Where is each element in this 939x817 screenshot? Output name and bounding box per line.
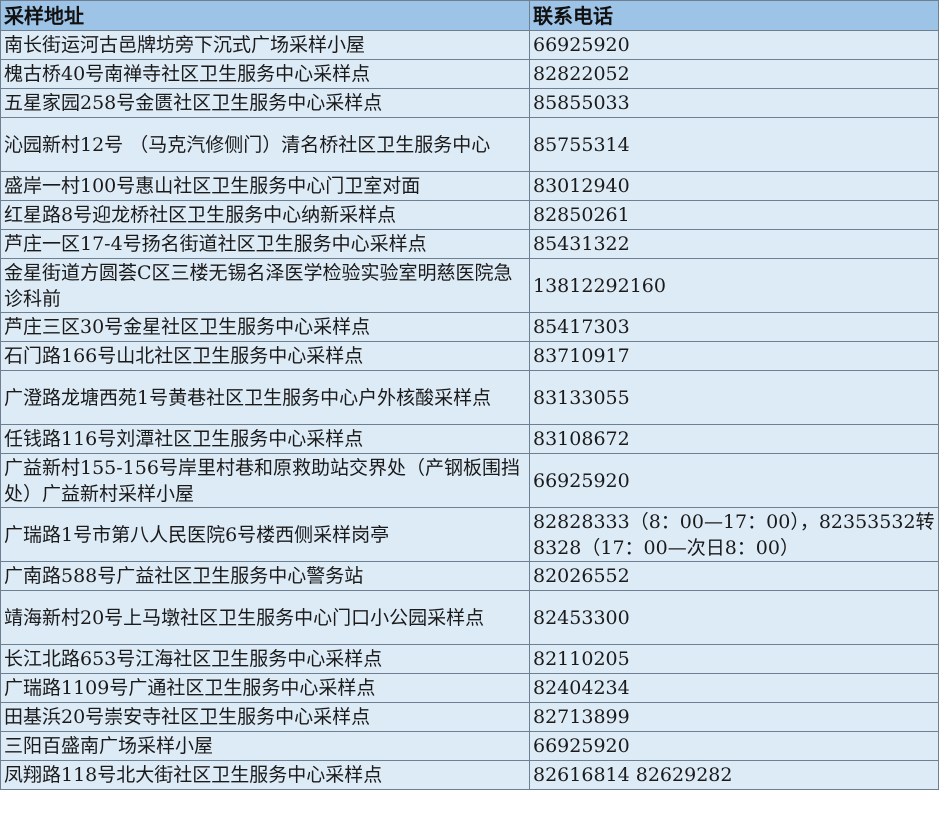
- cell-address: 芦庄三区30号金星社区卫生服务中心采样点: [0, 312, 530, 342]
- table-row: 石门路166号山北社区卫生服务中心采样点 83710917: [0, 341, 939, 371]
- table-row: 凤翔路118号北大街社区卫生服务中心采样点 82616814 82629282: [0, 760, 939, 790]
- cell-phone: 13812292160: [529, 258, 939, 313]
- cell-phone: 83108672: [529, 424, 939, 454]
- cell-address: 沁园新村12号 （马克汽修侧门）清名桥社区卫生服务中心: [0, 117, 530, 172]
- cell-address: 广南路588号广益社区卫生服务中心警务站: [0, 561, 530, 591]
- table-row: 广益新村155-156号岸里村巷和原救助站交界处（产钢板围挡处）广益新村采样小屋…: [0, 453, 939, 508]
- cell-address: 石门路166号山北社区卫生服务中心采样点: [0, 341, 530, 371]
- cell-phone: 82110205: [529, 644, 939, 674]
- cell-address: 田基浜20号崇安寺社区卫生服务中心采样点: [0, 702, 530, 732]
- cell-address: 任钱路116号刘潭社区卫生服务中心采样点: [0, 424, 530, 454]
- cell-address: 广瑞路1号市第八人民医院6号楼西侧采样岗亭: [0, 507, 530, 562]
- cell-address: 五星家园258号金匮社区卫生服务中心采样点: [0, 88, 530, 118]
- cell-phone: 83012940: [529, 171, 939, 201]
- table-row: 广瑞路1号市第八人民医院6号楼西侧采样岗亭 82828333（8：00—17：0…: [0, 507, 939, 562]
- cell-address: 盛岸一村100号惠山社区卫生服务中心门卫室对面: [0, 171, 530, 201]
- cell-address: 南长街运河古邑牌坊旁下沉式广场采样小屋: [0, 30, 530, 60]
- cell-phone: 82026552: [529, 561, 939, 591]
- cell-phone: 85417303: [529, 312, 939, 342]
- cell-phone: 83710917: [529, 341, 939, 371]
- cell-phone: 85855033: [529, 88, 939, 118]
- cell-phone: 85755314: [529, 117, 939, 172]
- table-row: 靖海新村20号上马墩社区卫生服务中心门口小公园采样点 82453300: [0, 590, 939, 645]
- table-row: 槐古桥40号南禅寺社区卫生服务中心采样点 82822052: [0, 59, 939, 89]
- table-row: 沁园新村12号 （马克汽修侧门）清名桥社区卫生服务中心 85755314: [0, 117, 939, 172]
- table-row: 广南路588号广益社区卫生服务中心警务站 82026552: [0, 561, 939, 591]
- table-row: 广澄路龙塘西苑1号黄巷社区卫生服务中心户外核酸采样点 83133055: [0, 370, 939, 425]
- table-row: 田基浜20号崇安寺社区卫生服务中心采样点 82713899: [0, 702, 939, 732]
- header-phone: 联系电话: [529, 0, 939, 31]
- cell-phone: 83133055: [529, 370, 939, 425]
- table-row: 芦庄一区17-4号扬名街道社区卫生服务中心采样点 85431322: [0, 229, 939, 259]
- cell-address: 芦庄一区17-4号扬名街道社区卫生服务中心采样点: [0, 229, 530, 259]
- table-row: 长江北路653号江海社区卫生服务中心采样点 82110205: [0, 644, 939, 674]
- cell-phone: 82828333（8：00—17：00），82353532转8328（17：00…: [529, 507, 939, 562]
- header-address: 采样地址: [0, 0, 530, 31]
- cell-address: 红星路8号迎龙桥社区卫生服务中心纳新采样点: [0, 200, 530, 230]
- table-row: 任钱路116号刘潭社区卫生服务中心采样点 83108672: [0, 424, 939, 454]
- table-row: 金星街道方圆荟C区三楼无锡名泽医学检验实验室明慈医院急诊科前 138122921…: [0, 258, 939, 313]
- cell-address: 金星街道方圆荟C区三楼无锡名泽医学检验实验室明慈医院急诊科前: [0, 258, 530, 313]
- cell-phone: 66925920: [529, 453, 939, 508]
- cell-phone: 82404234: [529, 673, 939, 703]
- cell-phone: 82850261: [529, 200, 939, 230]
- cell-address: 广瑞路1109号广通社区卫生服务中心采样点: [0, 673, 530, 703]
- cell-phone: 82453300: [529, 590, 939, 645]
- table-row: 三阳百盛南广场采样小屋 66925920: [0, 731, 939, 761]
- cell-address: 广澄路龙塘西苑1号黄巷社区卫生服务中心户外核酸采样点: [0, 370, 530, 425]
- cell-phone: 66925920: [529, 731, 939, 761]
- table-row: 红星路8号迎龙桥社区卫生服务中心纳新采样点 82850261: [0, 200, 939, 230]
- table-row: 芦庄三区30号金星社区卫生服务中心采样点 85417303: [0, 312, 939, 342]
- cell-address: 广益新村155-156号岸里村巷和原救助站交界处（产钢板围挡处）广益新村采样小屋: [0, 453, 530, 508]
- cell-address: 三阳百盛南广场采样小屋: [0, 731, 530, 761]
- cell-phone: 85431322: [529, 229, 939, 259]
- cell-address: 凤翔路118号北大街社区卫生服务中心采样点: [0, 760, 530, 790]
- table-row: 盛岸一村100号惠山社区卫生服务中心门卫室对面 83012940: [0, 171, 939, 201]
- cell-phone: 82616814 82629282: [529, 760, 939, 790]
- table-row: 南长街运河古邑牌坊旁下沉式广场采样小屋 66925920: [0, 30, 939, 60]
- table-row: 五星家园258号金匮社区卫生服务中心采样点 85855033: [0, 88, 939, 118]
- cell-address: 靖海新村20号上马墩社区卫生服务中心门口小公园采样点: [0, 590, 530, 645]
- table-row: 广瑞路1109号广通社区卫生服务中心采样点 82404234: [0, 673, 939, 703]
- cell-address: 长江北路653号江海社区卫生服务中心采样点: [0, 644, 530, 674]
- cell-phone: 82713899: [529, 702, 939, 732]
- sampling-sites-table: 采样地址 联系电话 南长街运河古邑牌坊旁下沉式广场采样小屋 66925920 槐…: [0, 0, 939, 790]
- header-row: 采样地址 联系电话: [0, 0, 939, 31]
- cell-phone: 82822052: [529, 59, 939, 89]
- cell-address: 槐古桥40号南禅寺社区卫生服务中心采样点: [0, 59, 530, 89]
- cell-phone: 66925920: [529, 30, 939, 60]
